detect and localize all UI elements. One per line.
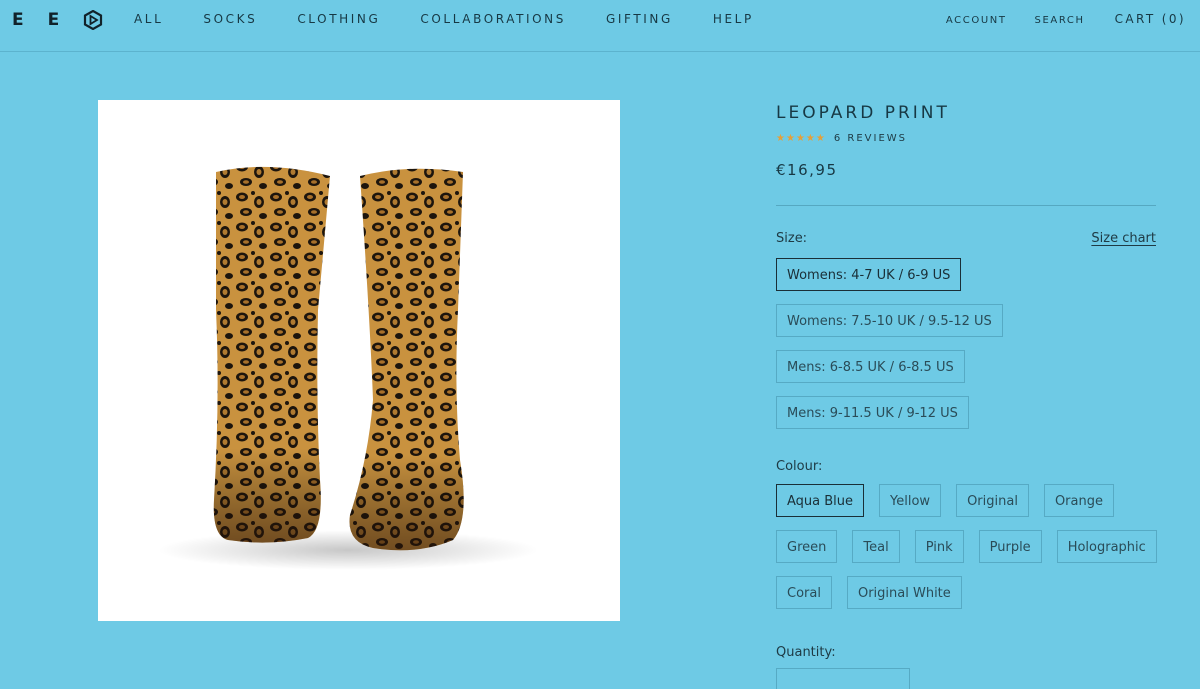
colour-option[interactable]: Aqua Blue <box>776 484 865 517</box>
logo-letter-2: E <box>47 10 60 30</box>
nav-help[interactable]: HELP <box>713 12 754 26</box>
size-header: Size: Size chart <box>776 231 1156 246</box>
size-option[interactable]: Mens: 9-11.5 UK / 9-12 US <box>776 396 969 429</box>
quantity-label: Quantity: <box>776 645 836 660</box>
colour-option[interactable]: Green <box>776 530 838 563</box>
hexagon-play-logo-icon <box>84 10 103 30</box>
product-title: LEOPARD PRINT <box>776 103 950 123</box>
colour-option[interactable]: Orange <box>1043 484 1114 517</box>
star-icon: ★ <box>785 132 795 144</box>
size-chart-link[interactable]: Size chart <box>1091 231 1156 246</box>
nav-socks[interactable]: SOCKS <box>203 12 257 26</box>
divider <box>776 205 1156 206</box>
size-label: Size: <box>776 231 808 246</box>
product-info: LEOPARD PRINT ★ ★ ★ ★ ★ 6 REVIEWS €16,95… <box>776 100 1157 689</box>
colour-option[interactable]: Purple <box>978 530 1042 563</box>
search-link[interactable]: SEARCH <box>1035 15 1085 26</box>
size-option[interactable]: Womens: 4-7 UK / 6-9 US <box>776 258 962 291</box>
header-utilities: ACCOUNT SEARCH CART (0) <box>918 12 1186 26</box>
size-option[interactable]: Womens: 7.5-10 UK / 9.5-12 US <box>776 304 1003 337</box>
nav-collaborations[interactable]: COLLABORATIONS <box>420 12 566 26</box>
logo[interactable]: E E <box>12 10 103 30</box>
rating-stars: ★ ★ ★ ★ ★ <box>776 132 826 144</box>
colour-option[interactable]: Holographic <box>1056 530 1157 563</box>
colour-option[interactable]: Coral <box>776 576 832 609</box>
product-image[interactable] <box>98 100 620 621</box>
colour-options: Aqua Blue Yellow Original Orange Green T… <box>776 484 1176 622</box>
size-option[interactable]: Mens: 6-8.5 UK / 6-8.5 US <box>776 350 965 383</box>
leopard-socks-image <box>158 166 538 570</box>
account-link[interactable]: ACCOUNT <box>946 15 1007 26</box>
star-icon: ★ <box>805 132 815 144</box>
nav-gifting[interactable]: GIFTING <box>606 12 673 26</box>
star-icon: ★ <box>815 132 825 144</box>
reviews-link[interactable]: 6 REVIEWS <box>834 133 907 144</box>
main-nav: ALL SOCKS CLOTHING COLLABORATIONS GIFTIN… <box>134 12 794 26</box>
size-options: Womens: 4-7 UK / 6-9 US Womens: 7.5-10 U… <box>776 258 1176 442</box>
quantity-stepper[interactable] <box>776 668 910 689</box>
colour-option[interactable]: Yellow <box>879 484 942 517</box>
colour-option[interactable]: Pink <box>914 530 964 563</box>
nav-clothing[interactable]: CLOTHING <box>297 12 380 26</box>
colour-label: Colour: <box>776 459 823 474</box>
colour-option[interactable]: Teal <box>852 530 900 563</box>
colour-option[interactable]: Original White <box>846 576 962 609</box>
star-icon: ★ <box>795 132 805 144</box>
cart-link[interactable]: CART (0) <box>1115 12 1186 26</box>
colour-option[interactable]: Original <box>956 484 1029 517</box>
nav-all[interactable]: ALL <box>134 12 163 26</box>
star-icon: ★ <box>776 132 785 144</box>
product-price: €16,95 <box>776 161 838 179</box>
logo-letter-1: E <box>12 10 24 30</box>
site-header: E E ALL SOCKS CLOTHING COLLABORATIONS GI… <box>0 0 1200 52</box>
product-rating[interactable]: ★ ★ ★ ★ ★ 6 REVIEWS <box>776 133 1156 144</box>
